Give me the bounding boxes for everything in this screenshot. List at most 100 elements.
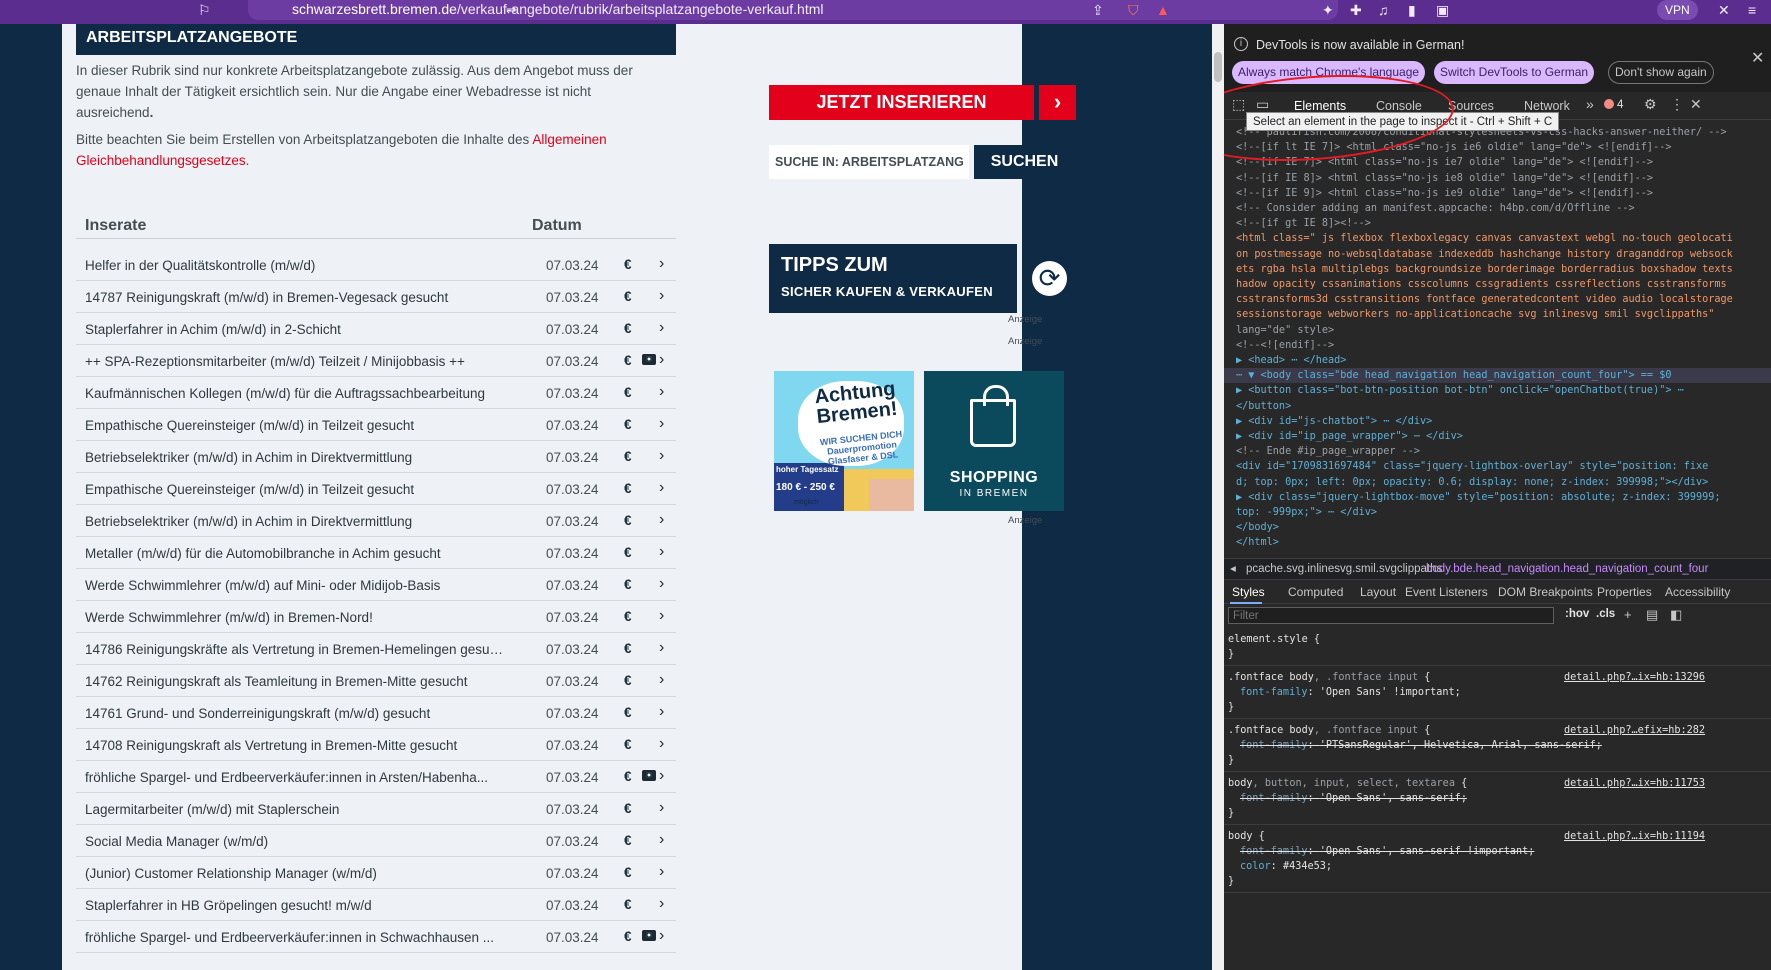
listing-title[interactable]: Empathische Quereinsteiger (m/w/d) in Te… bbox=[85, 482, 505, 497]
listing-row[interactable]: Staplerfahrer in Achim (m/w/d) in 2-Schi… bbox=[76, 313, 676, 345]
rule-declaration[interactable]: font-family: 'Open Sans' !important; bbox=[1240, 685, 1461, 700]
profile-flag-icon[interactable]: ✕ bbox=[1718, 1, 1730, 19]
listing-title[interactable]: Helfer in der Qualitätskontrolle (m/w/d) bbox=[85, 258, 505, 273]
chevron-right-icon[interactable]: › bbox=[659, 767, 664, 785]
listing-row[interactable]: 14762 Reinigungskraft als Teamleitung in… bbox=[76, 665, 676, 697]
tips-banner[interactable]: TIPPS ZUM SICHER KAUFEN & VERKAUFEN bbox=[769, 244, 1017, 313]
listing-title[interactable]: Werde Schwimmlehrer (m/w/d) auf Mini- od… bbox=[85, 578, 505, 593]
listing-row[interactable]: Social Media Manager (w/m/d) 07.03.24 € › bbox=[76, 825, 676, 857]
crumb-scroll-left-icon[interactable]: ◂ bbox=[1230, 559, 1236, 579]
listing-row[interactable]: Werde Schwimmlehrer (m/w/d) auf Mini- od… bbox=[76, 569, 676, 601]
style-rule[interactable]: element.style {} bbox=[1224, 630, 1771, 666]
new-rule-icon[interactable]: + bbox=[1624, 607, 1632, 622]
listing-title[interactable]: fröhliche Spargel- und Erdbeerverkäufer:… bbox=[85, 930, 505, 945]
listing-title[interactable]: Betriebselektriker (m/w/d) in Achim in D… bbox=[85, 450, 505, 465]
dom-line[interactable]: ▶ <head> ⋯ </head> bbox=[1224, 353, 1771, 368]
device-toolbar-icon[interactable]: ▭ bbox=[1256, 96, 1269, 113]
rule-source-link[interactable]: detail.php?…efix=hb:282 bbox=[1564, 723, 1705, 738]
listing-row[interactable]: fröhliche Spargel- und Erdbeerverkäufer:… bbox=[76, 761, 676, 793]
tab-computed[interactable]: Computed bbox=[1288, 585, 1343, 599]
dom-line[interactable]: d; top: 0px; left: 0px; opacity: 0.6; di… bbox=[1224, 475, 1771, 490]
listing-title[interactable]: Social Media Manager (w/m/d) bbox=[85, 834, 505, 849]
ad-shopping-bremen[interactable]: SHOPPING IN BREMEN bbox=[924, 371, 1064, 511]
switch-to-german-button[interactable]: Switch DevTools to German bbox=[1434, 61, 1595, 84]
listing-row[interactable]: Empathische Quereinsteiger (m/w/d) in Te… bbox=[76, 409, 676, 441]
listing-title[interactable]: Empathische Quereinsteiger (m/w/d) in Te… bbox=[85, 418, 505, 433]
paint-icon[interactable]: ▤ bbox=[1646, 607, 1658, 623]
listing-row[interactable]: 14787 Reinigungskraft (m/w/d) in Bremen-… bbox=[76, 281, 676, 313]
tab-event-listeners[interactable]: Event Listeners bbox=[1405, 585, 1488, 599]
chevron-right-icon[interactable]: › bbox=[659, 319, 664, 337]
inspect-element-icon[interactable]: ⬚ bbox=[1232, 96, 1245, 113]
tab-network[interactable]: Network bbox=[1524, 99, 1570, 113]
chevron-right-icon[interactable]: › bbox=[659, 255, 664, 273]
chevron-right-icon[interactable]: › bbox=[659, 863, 664, 881]
dom-line[interactable]: <!--[if gt IE 8]><!--> bbox=[1224, 216, 1771, 231]
listing-title[interactable]: ++ SPA-Rezeptionsmitarbeiter (m/w/d) Tei… bbox=[85, 354, 505, 369]
tab-dom-breakpoints[interactable]: DOM Breakpoints bbox=[1498, 585, 1593, 599]
ad-achtung-bremen[interactable]: Achtung Bremen! WIR SUCHEN DICH Dauerprom… bbox=[774, 371, 914, 511]
rule-source-link[interactable]: detail.php?…ix=hb:13296 bbox=[1564, 670, 1705, 685]
listing-row[interactable]: 14761 Grund- und Sonderreinigungskraft (… bbox=[76, 697, 676, 729]
tab-elements[interactable]: Elements bbox=[1294, 99, 1346, 113]
listing-row[interactable]: Betriebselektriker (m/w/d) in Achim in D… bbox=[76, 441, 676, 473]
tab-layout[interactable]: Layout bbox=[1360, 585, 1396, 599]
listing-title[interactable]: Werde Schwimmlehrer (m/w/d) in Bremen-No… bbox=[85, 610, 505, 625]
dom-line[interactable]: top: -999px;"> ⋯ </div> bbox=[1224, 505, 1771, 520]
hov-toggle[interactable]: :hov bbox=[1565, 608, 1589, 620]
dom-line[interactable]: ▶ <div id="ip_page_wrapper"> ⋯ </div> bbox=[1224, 429, 1771, 444]
dom-line[interactable]: on postmessage no-websqldatabase indexed… bbox=[1224, 247, 1771, 262]
toggle-sidebar-icon[interactable]: ◧ bbox=[1670, 607, 1682, 623]
crumb-body[interactable]: body.bde.head_navigation.head_navigation… bbox=[1426, 559, 1708, 579]
chevron-right-icon[interactable]: › bbox=[659, 415, 664, 433]
search-button[interactable]: SUCHEN bbox=[974, 145, 1075, 179]
listing-title[interactable]: 14708 Reinigungskraft als Vertretung in … bbox=[85, 738, 505, 753]
listing-row[interactable]: 14786 Reinigungskräfte als Vertretung in… bbox=[76, 633, 676, 665]
dom-line[interactable]: <html class=" js flexbox flexboxlegacy c… bbox=[1224, 231, 1771, 246]
dom-line[interactable]: <!--[if lt IE 7]> <html class="no-js ie6… bbox=[1224, 140, 1771, 155]
tips-refresh-icon[interactable] bbox=[1024, 244, 1075, 313]
dom-line[interactable]: <!-- Consider adding an manifest.appcach… bbox=[1224, 201, 1771, 216]
listing-row[interactable]: Lagermitarbeiter (m/w/d) mit Staplersche… bbox=[76, 793, 676, 825]
listing-title[interactable]: (Junior) Customer Relationship Manager (… bbox=[85, 866, 505, 881]
rewards-icon[interactable]: ▲ bbox=[1156, 1, 1170, 19]
tab-accessibility[interactable]: Accessibility bbox=[1665, 585, 1730, 599]
dom-line[interactable]: hadow opacity cssanimations csscolumns c… bbox=[1224, 277, 1771, 292]
menu-icon[interactable]: ≡ bbox=[1748, 1, 1756, 19]
listing-title[interactable]: Kaufmännischen Kollegen (m/w/d) für die … bbox=[85, 386, 505, 401]
kebab-menu-icon[interactable]: ⋮ bbox=[1670, 96, 1684, 113]
chevron-right-icon[interactable]: › bbox=[659, 895, 664, 913]
listing-row[interactable]: Betriebselektriker (m/w/d) in Achim in D… bbox=[76, 505, 676, 537]
listing-row[interactable]: Werde Schwimmlehrer (m/w/d) in Bremen-No… bbox=[76, 601, 676, 633]
tab-styles[interactable]: Styles bbox=[1232, 585, 1265, 599]
extensions-icon[interactable]: ✚ bbox=[1350, 1, 1362, 19]
dom-line[interactable]: ⋯ ▼ <body class="bde head_navigation hea… bbox=[1224, 368, 1771, 384]
tab-properties[interactable]: Properties bbox=[1597, 585, 1652, 599]
listing-title[interactable]: 14787 Reinigungskraft (m/w/d) in Bremen-… bbox=[85, 290, 505, 305]
listing-row[interactable]: Empathische Quereinsteiger (m/w/d) in Te… bbox=[76, 473, 676, 505]
close-devtools-icon[interactable]: ✕ bbox=[1690, 96, 1702, 113]
bookmark-icon[interactable]: ⚐ bbox=[198, 1, 211, 19]
listing-title[interactable]: Betriebselektriker (m/w/d) in Achim in D… bbox=[85, 514, 505, 529]
style-rule[interactable]: .fontface body, .fontface input {detail.… bbox=[1224, 668, 1771, 719]
listing-title[interactable]: 14762 Reinigungskraft als Teamleitung in… bbox=[85, 674, 505, 689]
close-notice-icon[interactable]: ✕ bbox=[1751, 48, 1764, 68]
chevron-right-icon[interactable]: › bbox=[659, 575, 664, 593]
wallet-icon[interactable]: ▣ bbox=[1436, 1, 1449, 19]
sidebar-icon[interactable]: ▮ bbox=[1408, 1, 1416, 19]
dom-line[interactable]: ▶ <div class="jquery-lightbox-move" styl… bbox=[1224, 490, 1771, 505]
chevron-right-icon[interactable]: › bbox=[659, 479, 664, 497]
chevron-right-icon[interactable]: › bbox=[659, 511, 664, 529]
share-icon[interactable]: ⇪ bbox=[1092, 1, 1104, 19]
style-rule[interactable]: .fontface body, .fontface input {detail.… bbox=[1224, 721, 1771, 772]
dom-line[interactable]: </body> bbox=[1224, 520, 1771, 535]
dom-line[interactable]: ▶ <button class="bot-btn-position bot-bt… bbox=[1224, 383, 1771, 398]
chevron-right-icon[interactable]: › bbox=[659, 703, 664, 721]
more-tabs-icon[interactable]: » bbox=[1586, 96, 1594, 112]
listing-row[interactable]: 14708 Reinigungskraft als Vertretung in … bbox=[76, 729, 676, 761]
page-scrollbar[interactable] bbox=[1212, 24, 1224, 970]
rule-declaration[interactable]: font-family: 'Open Sans', sans-serif !im… bbox=[1240, 844, 1534, 859]
vpn-button[interactable]: VPN bbox=[1657, 0, 1698, 20]
listing-title[interactable]: Metaller (m/w/d) für die Automobilbranch… bbox=[85, 546, 505, 561]
crumb-html[interactable]: pcache.svg.inlinesvg.smil.svgclippaths bbox=[1246, 559, 1442, 579]
